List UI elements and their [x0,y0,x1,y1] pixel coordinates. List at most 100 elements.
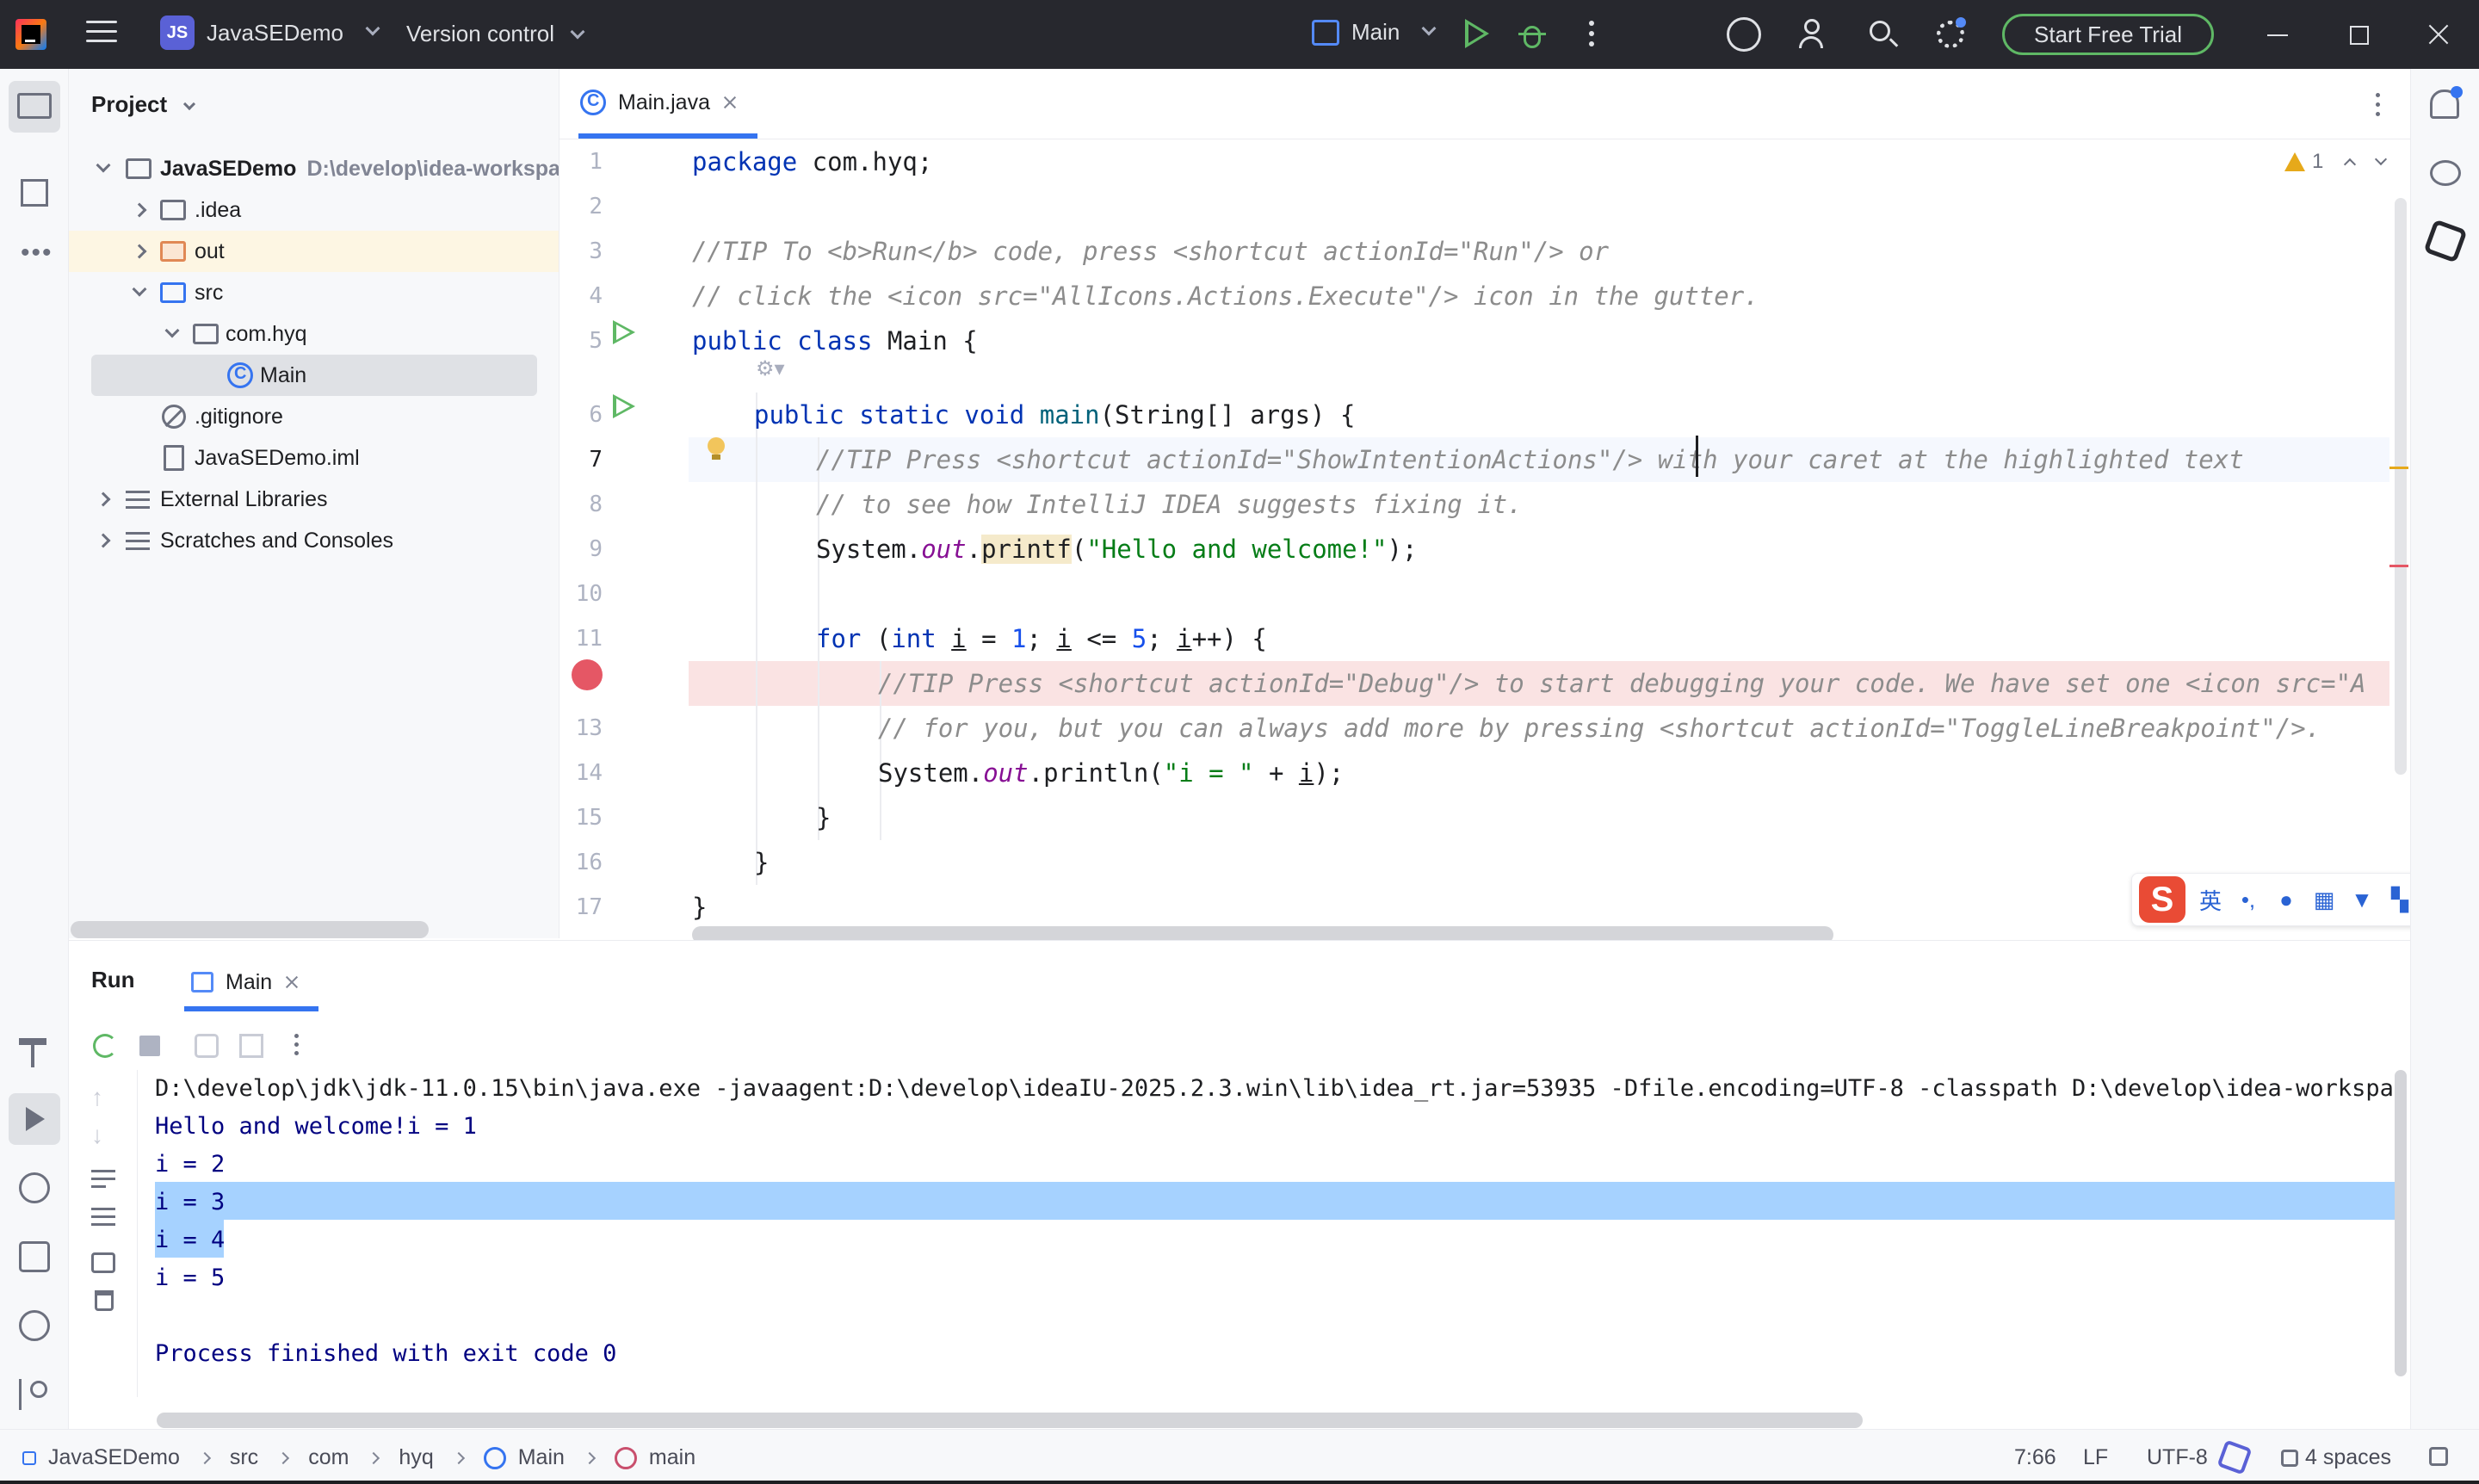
problems-icon[interactable] [19,1310,50,1341]
line-number: 15 [575,805,603,831]
project-horizontal-scrollbar[interactable] [71,921,429,938]
intellij-logo-icon[interactable] [15,19,46,50]
toolbox-grid-icon[interactable]: ▚ [2387,887,2413,913]
tree-item-src[interactable]: src [69,272,559,313]
skin-shirt-icon[interactable]: ▼ [2349,887,2375,913]
breadcrumb-item[interactable]: Main [518,1445,565,1470]
run-class-gutter-icon[interactable] [613,320,635,344]
ai-assistant-icon[interactable] [1727,17,1761,52]
console-line: i = 3 [155,1189,226,1215]
run-main-gutter-icon[interactable] [613,394,635,418]
tree-item-out[interactable]: out [69,231,559,272]
line-separator[interactable]: LF [2083,1445,2108,1470]
chevron-right-icon [96,533,111,548]
line-number: 6 [589,402,603,428]
arrow-up-icon[interactable]: ↑ [91,1085,115,1110]
code-editor[interactable]: package com.hyq; //TIP To <b>Run</b> cod… [689,139,2389,940]
caret-position[interactable]: 7:66 [2014,1445,2056,1470]
console-vertical-scrollbar[interactable] [2395,1070,2407,1376]
tree-item-idea[interactable]: .idea [69,189,559,231]
build-hammer-icon[interactable] [19,1038,46,1067]
breadcrumb-item[interactable]: JavaSEDemo [48,1445,180,1470]
console-horizontal-scrollbar[interactable] [157,1413,1863,1428]
version-control-menu[interactable]: Version control [406,21,585,47]
microphone-icon[interactable]: ● [2273,887,2299,913]
run-tool-button[interactable] [9,1093,60,1145]
breadcrumb-item[interactable]: com [308,1445,349,1470]
close-tab-icon[interactable] [284,974,300,990]
structure-tool-button[interactable] [17,176,52,210]
settings-gear-icon[interactable] [1933,17,1968,52]
inspection-widget[interactable]: 1 [2284,150,2388,174]
print-icon[interactable] [91,1252,115,1273]
search-icon[interactable] [1866,17,1901,52]
ime-language-toggle[interactable]: 英 [2198,884,2223,916]
services-icon[interactable] [19,1172,50,1203]
intention-lightbulb-icon[interactable] [708,437,725,461]
breadcrumb-item[interactable]: main [649,1445,695,1470]
scroll-to-end-icon[interactable] [91,1208,115,1228]
read-only-lock-icon[interactable] [2429,1447,2448,1466]
tab-main-java[interactable]: Main.java [580,90,738,115]
camera-dump-icon[interactable] [195,1034,219,1058]
run-button[interactable] [1465,19,1489,48]
more-actions-icon[interactable] [1589,21,1594,52]
git-icon[interactable] [19,1379,50,1410]
soft-wrap-icon[interactable] [91,1170,115,1190]
inlay-hint-icon[interactable]: ⚙▾ [756,356,790,382]
ime-punctuation-toggle[interactable]: •, [2235,887,2261,913]
tree-item-com-hyq[interactable]: com.hyq [69,313,559,355]
keyboard-icon[interactable]: ▦ [2311,887,2337,913]
restore-window-icon[interactable] [2341,17,2376,52]
run-configuration-selector[interactable]: Main [1312,19,1437,46]
editor-gutter[interactable]: 1 2 3 4 5 6 7 8 9 10 11 13 14 15 16 17 [559,139,689,940]
tree-item-gitignore[interactable]: .gitignore [69,396,559,437]
project-panel-title[interactable]: Project [91,91,196,118]
breakpoint-icon[interactable] [572,659,603,690]
ai-assistant-status-icon[interactable] [2216,1439,2253,1475]
active-tab-indicator [184,1006,318,1011]
start-free-trial-button[interactable]: Start Free Trial [2002,14,2214,55]
line-number: 10 [575,581,603,607]
tree-item-scratches[interactable]: Scratches and Consoles [69,520,559,561]
more-tool-windows-icon[interactable]: ••• [17,238,52,272]
more-actions-icon[interactable] [294,1034,300,1060]
stop-icon[interactable] [139,1036,160,1056]
editor-vertical-scrollbar[interactable] [2395,198,2407,775]
arrow-down-icon[interactable]: ↓ [91,1123,115,1147]
tree-item-javasedemo[interactable]: JavaSEDemo D:\develop\idea-workspac [69,148,559,189]
sogou-logo-icon[interactable]: S [2139,876,2185,923]
line-number: 7 [589,447,603,473]
editor-more-actions-icon[interactable] [2376,93,2381,121]
tree-item-main[interactable]: Main [91,355,537,396]
ai-chat-icon[interactable] [2430,160,2461,186]
main-menu-icon[interactable] [86,21,117,48]
project-switcher[interactable]: JS JavaSEDemo [160,15,380,50]
warning-stripe-mark[interactable] [2389,467,2408,469]
minimize-window-icon[interactable] [2260,17,2295,52]
chevron-up-icon[interactable] [2344,158,2357,171]
add-user-icon[interactable] [1797,17,1832,52]
tree-item-iml[interactable]: JavaSEDemo.iml [69,437,559,479]
tree-item-external-libraries[interactable]: External Libraries [69,479,559,520]
breadcrumb-item[interactable]: src [230,1445,258,1470]
run-play-icon [26,1107,45,1131]
debug-button[interactable] [1518,19,1546,50]
rerun-icon[interactable] [93,1034,117,1058]
breakpoint-stripe-mark[interactable] [2389,565,2408,567]
project-icon [22,1450,36,1465]
breadcrumb-item[interactable]: hyq [399,1445,433,1470]
terminal-icon[interactable] [19,1241,50,1272]
exit-icon[interactable] [239,1034,263,1058]
project-tool-button[interactable] [9,81,60,133]
close-tab-icon[interactable] [722,95,738,110]
chevron-down-icon[interactable] [2375,152,2388,166]
close-window-icon[interactable] [2422,17,2457,52]
ai-assistant-icon[interactable] [2423,219,2468,263]
file-encoding[interactable]: UTF-8 [2147,1445,2208,1470]
run-tab-main[interactable]: Main [186,962,305,1003]
method-icon [614,1446,637,1469]
clear-trash-icon[interactable] [95,1290,114,1311]
indent-settings[interactable]: 4 spaces [2281,1445,2391,1470]
console-output[interactable]: D:\develop\jdk\jdk-11.0.15\bin\java.exe … [155,1070,2398,1380]
